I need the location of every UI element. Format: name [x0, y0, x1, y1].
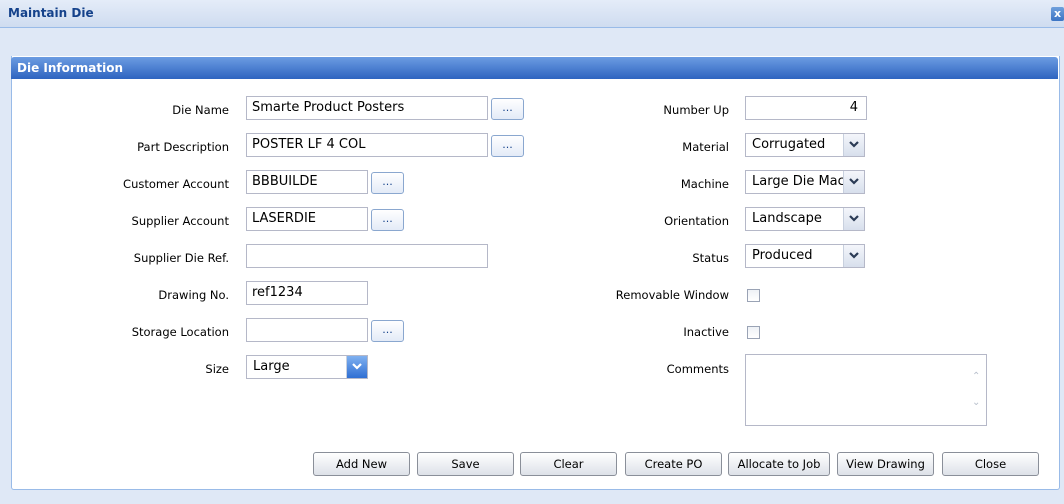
- create-po-button[interactable]: Create PO: [625, 452, 722, 476]
- supplier-die-ref-label: Supplier Die Ref.: [133, 251, 229, 265]
- storage-location-lookup-button[interactable]: ...: [371, 320, 404, 342]
- panel-header: Die Information: [11, 57, 1058, 79]
- material-value: Corrugated: [752, 137, 826, 152]
- customer-account-label: Customer Account: [123, 177, 229, 191]
- machine-value: Large Die Mac: [752, 174, 845, 189]
- comments-label: Comments: [666, 362, 729, 376]
- removable-window-checkbox[interactable]: [747, 289, 760, 302]
- comments-scrollbar[interactable]: ⌃ ⌄: [969, 355, 986, 425]
- window-close-button[interactable]: x: [1051, 7, 1064, 21]
- storage-location-field[interactable]: [246, 318, 368, 342]
- chevron-down-icon[interactable]: [843, 171, 864, 193]
- removable-window-label: Removable Window: [615, 288, 729, 302]
- supplier-account-label: Supplier Account: [131, 214, 229, 228]
- status-label: Status: [692, 251, 729, 265]
- window-title: Maintain Die: [8, 6, 94, 20]
- save-button[interactable]: Save: [417, 452, 514, 476]
- maintain-die-window: Maintain Die x Die Information Die Name …: [0, 0, 1064, 504]
- status-select[interactable]: Produced: [745, 244, 865, 268]
- customer-account-field[interactable]: BBBUILDE: [246, 170, 368, 194]
- comments-textarea[interactable]: ⌃ ⌄: [745, 354, 987, 426]
- die-name-label: Die Name: [172, 103, 229, 117]
- clear-button[interactable]: Clear: [520, 452, 617, 476]
- part-description-field[interactable]: POSTER LF 4 COL: [246, 133, 488, 157]
- status-value: Produced: [752, 248, 813, 263]
- die-name-lookup-button[interactable]: ...: [491, 98, 524, 120]
- machine-label: Machine: [680, 177, 729, 191]
- supplier-account-lookup-button[interactable]: ...: [371, 209, 404, 231]
- orientation-value: Landscape: [752, 211, 822, 226]
- scroll-down-icon[interactable]: ⌄: [972, 397, 980, 408]
- window-titlebar[interactable]: Maintain Die x: [0, 0, 1064, 28]
- drawing-no-field[interactable]: ref1234: [246, 281, 368, 305]
- machine-select[interactable]: Large Die Mac: [745, 170, 865, 194]
- view-drawing-button[interactable]: View Drawing: [837, 452, 934, 476]
- supplier-die-ref-field[interactable]: [246, 244, 488, 268]
- panel-title: Die Information: [17, 61, 124, 75]
- chevron-down-icon[interactable]: [843, 208, 864, 230]
- supplier-account-field[interactable]: LASERDIE: [246, 207, 368, 231]
- drawing-no-label: Drawing No.: [158, 288, 229, 302]
- allocate-to-job-button[interactable]: Allocate to Job: [728, 452, 830, 476]
- chevron-down-icon[interactable]: [843, 245, 864, 267]
- part-description-lookup-button[interactable]: ...: [491, 135, 524, 157]
- number-up-label: Number Up: [663, 103, 729, 117]
- number-up-field[interactable]: 4: [745, 96, 867, 120]
- part-description-label: Part Description: [137, 140, 229, 154]
- storage-location-label: Storage Location: [131, 325, 229, 339]
- chevron-down-icon[interactable]: [346, 356, 367, 378]
- size-label: Size: [205, 362, 229, 376]
- inactive-label: Inactive: [683, 325, 729, 339]
- die-name-field[interactable]: Smarte Product Posters: [246, 96, 488, 120]
- material-label: Material: [682, 140, 729, 154]
- inactive-checkbox[interactable]: [747, 326, 760, 339]
- close-icon: x: [1053, 7, 1062, 20]
- size-select[interactable]: Large: [246, 355, 368, 379]
- size-value: Large: [253, 359, 290, 374]
- close-button[interactable]: Close: [942, 452, 1039, 476]
- material-select[interactable]: Corrugated: [745, 133, 865, 157]
- customer-account-lookup-button[interactable]: ...: [371, 172, 404, 194]
- orientation-label: Orientation: [664, 214, 729, 228]
- add-new-button[interactable]: Add New: [313, 452, 410, 476]
- chevron-down-icon[interactable]: [843, 134, 864, 156]
- orientation-select[interactable]: Landscape: [745, 207, 865, 231]
- scroll-up-icon[interactable]: ⌃: [972, 371, 980, 382]
